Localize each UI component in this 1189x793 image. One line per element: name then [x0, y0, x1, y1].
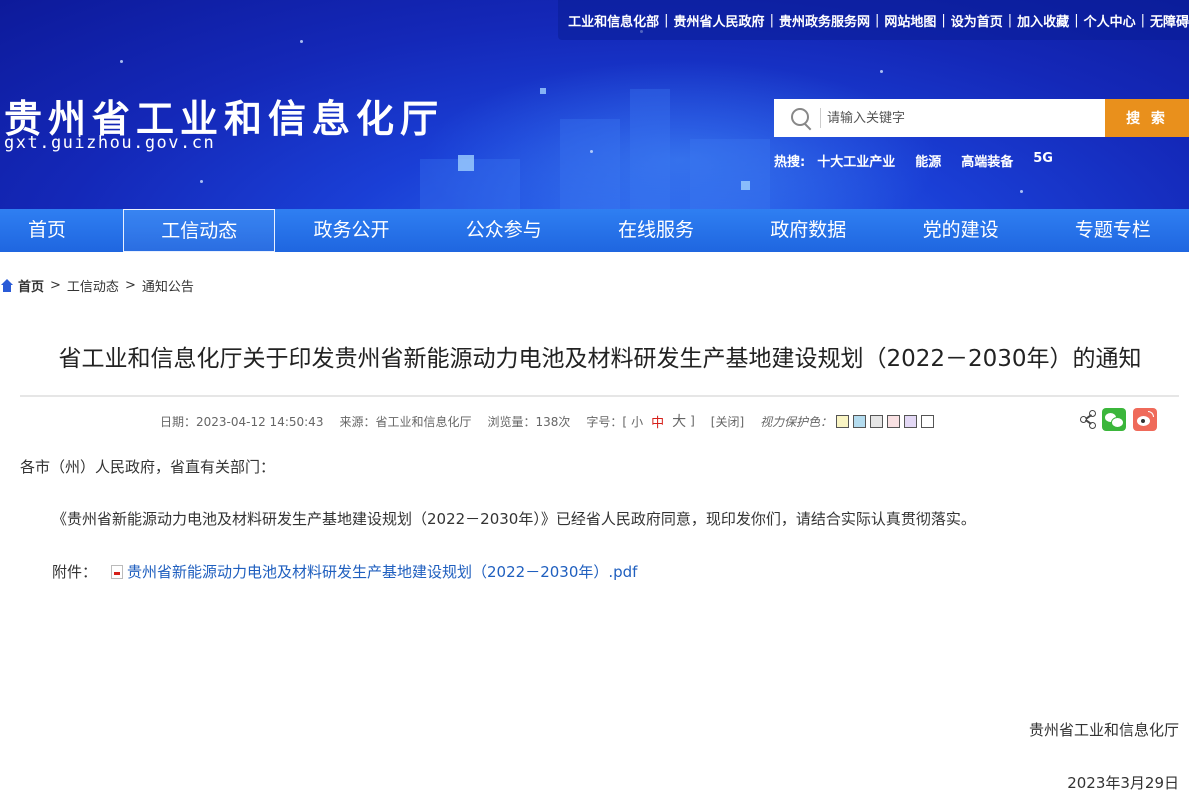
breadcrumb-news[interactable]: 工信动态	[67, 276, 119, 295]
toplink-homepage[interactable]: 设为首页	[951, 11, 1003, 30]
eye-protect-label: 视力保护色：	[760, 414, 833, 429]
eye-color-swatch[interactable]	[836, 414, 850, 428]
hot-term-energy[interactable]: 能源	[915, 151, 941, 170]
hot-term-5g[interactable]: 5G	[1033, 151, 1053, 170]
banner-decor	[458, 155, 474, 171]
header-banner: 工业和信息化部 | 贵州省人民政府 | 贵州政务服务网 | 网站地图 | 设为首页 | 加…	[0, 0, 1189, 209]
toplink-service[interactable]: 贵州政务服务网	[779, 11, 870, 30]
fontsize-large-button[interactable]: 大	[672, 411, 686, 431]
meta-source: 来源：省工业和信息化厅	[339, 414, 472, 429]
search-icon	[774, 99, 820, 137]
close-button[interactable]: [关闭]	[711, 413, 744, 430]
fontsize-medium-button[interactable]: 中	[651, 412, 664, 431]
hot-term-industry[interactable]: 十大工业产业	[817, 151, 895, 170]
search-button[interactable]: 搜 索	[1105, 99, 1189, 137]
article-title: 省工业和信息化厅关于印发贵州省新能源动力电池及材料研发生产基地建设规划（2022…	[58, 346, 1142, 372]
banner-building	[630, 89, 670, 209]
nav-item-home[interactable]: 首页	[0, 209, 123, 252]
article-body: 《贵州省新能源动力电池及材料研发生产基地建设规划（2022－2030年）》已经省…	[52, 510, 976, 528]
breadcrumb-notices[interactable]: 通知公告	[142, 276, 194, 295]
salutation: 各市（州）人民政府，省直有关部门：	[20, 458, 276, 476]
site-domain: gxt.guizhou.gov.cn	[4, 133, 216, 153]
banner-building	[690, 139, 770, 209]
nav-item-party[interactable]: 党的建设	[884, 209, 1036, 252]
top-links: 工业和信息化部 | 贵州省人民政府 | 贵州政务服务网 | 网站地图 | 设为首页 | 加…	[558, 0, 1189, 40]
toplink-sitemap[interactable]: 网站地图	[884, 11, 936, 30]
nav-item-participation[interactable]: 公众参与	[428, 209, 580, 252]
toplink-accessibility[interactable]: 无障碍	[1150, 11, 1189, 30]
meta-date: 日期：2023-04-12 14:50:43	[160, 414, 324, 429]
banner-star	[120, 60, 123, 63]
banner-decor	[741, 181, 750, 190]
eye-color-swatch[interactable]	[870, 414, 884, 428]
title-divider	[20, 395, 1179, 397]
eye-color-swatch[interactable]	[921, 414, 935, 428]
breadcrumb-home[interactable]: 首页	[18, 276, 44, 295]
eye-color-swatch[interactable]	[904, 414, 918, 428]
attachment-link[interactable]: 贵州省新能源动力电池及材料研发生产基地建设规划（2022－2030年）.pdf	[127, 561, 637, 582]
toplink-favorite[interactable]: 加入收藏	[1017, 11, 1069, 30]
banner-building	[560, 119, 620, 209]
banner-star	[200, 180, 203, 183]
fontsize-small-button[interactable]: 小	[631, 413, 643, 430]
signature: 贵州省工业和信息化厅	[1028, 721, 1179, 739]
meta-fontsize-end: ]	[690, 414, 695, 428]
eye-color-swatch[interactable]	[887, 414, 901, 428]
banner-star	[1020, 190, 1023, 193]
search-bar: 搜 索	[774, 99, 1189, 137]
breadcrumb: 首页 > 工信动态 > 通知公告	[0, 276, 194, 295]
article-meta: 日期：2023-04-12 14:50:43 来源：省工业和信息化厅 浏览量：1…	[160, 411, 935, 431]
pdf-file-icon	[111, 564, 124, 579]
toplink-gov[interactable]: 贵州省人民政府	[674, 11, 765, 30]
share-icon[interactable]	[1080, 407, 1096, 431]
main-nav: 首页 工信动态 政务公开 公众参与 在线服务 政府数据 党的建设 专题专栏	[0, 209, 1189, 252]
banner-decor	[540, 88, 546, 94]
eye-color-swatch[interactable]	[853, 414, 867, 428]
search-input[interactable]	[821, 99, 1105, 137]
nav-item-public-affairs[interactable]: 政务公开	[275, 209, 427, 252]
wechat-share-icon[interactable]	[1102, 408, 1126, 431]
hot-term-equipment[interactable]: 高端装备	[961, 151, 1013, 170]
nav-item-news[interactable]: 工信动态	[123, 209, 276, 252]
hot-search: 热搜: 十大工业产业 能源 高端装备 5G	[774, 151, 1053, 170]
toplink-miit[interactable]: 工业和信息化部	[568, 11, 659, 30]
breadcrumb-separator: >	[124, 278, 136, 293]
home-icon	[0, 278, 14, 293]
meta-fontsize-label: 字号：[	[586, 414, 628, 429]
nav-item-gov-data[interactable]: 政府数据	[732, 209, 884, 252]
weibo-share-icon[interactable]	[1133, 408, 1157, 431]
attachment: 附件： 贵州省新能源动力电池及材料研发生产基地建设规划（2022－2030年）.…	[52, 561, 637, 582]
banner-star	[300, 40, 303, 43]
attachment-label: 附件：	[52, 563, 98, 581]
nav-item-topics[interactable]: 专题专栏	[1037, 209, 1189, 252]
hot-search-label: 热搜:	[774, 155, 806, 170]
banner-star	[880, 70, 883, 73]
breadcrumb-separator: >	[50, 278, 61, 293]
sign-date: 2023年3月29日	[1067, 774, 1179, 792]
nav-item-online-service[interactable]: 在线服务	[580, 209, 732, 252]
meta-views: 浏览量：138次	[487, 414, 571, 429]
banner-star	[590, 150, 593, 153]
toplink-user-center[interactable]: 个人中心	[1084, 11, 1136, 30]
